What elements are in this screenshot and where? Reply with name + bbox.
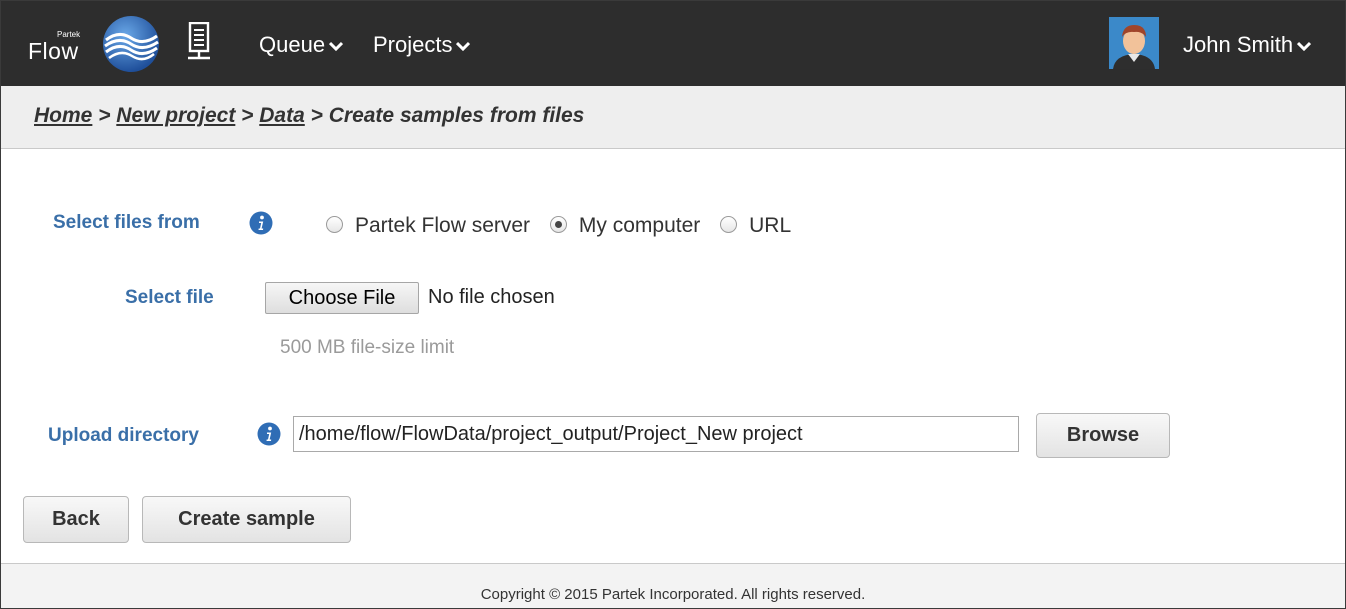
partek-flow-logo[interactable]: Partek Flow	[17, 11, 165, 75]
footer: Copyright © 2015 Partek Incorporated. Al…	[1, 563, 1345, 608]
breadcrumb-data-link[interactable]: Data	[259, 104, 305, 127]
breadcrumb-home-link[interactable]: Home	[34, 104, 92, 127]
chevron-down-icon	[456, 42, 471, 52]
logo-swirl-icon	[103, 16, 159, 72]
source-radio-group: Partek Flow server My computer URL	[326, 214, 805, 238]
radio-label[interactable]: Partek Flow server	[355, 214, 530, 237]
info-icon[interactable]	[249, 211, 273, 235]
chevron-down-icon	[329, 42, 344, 52]
create-sample-button[interactable]: Create sample	[142, 496, 351, 543]
select-file-label: Select file	[125, 287, 214, 308]
radio-partek-flow-server[interactable]	[326, 216, 343, 233]
app-window: Partek Flow Queue Projects John Smith Ho…	[0, 0, 1346, 609]
nav-queue[interactable]: Queue	[259, 32, 344, 58]
breadcrumb-separator: >	[92, 104, 117, 127]
user-name-label: John Smith	[1183, 32, 1294, 57]
user-menu[interactable]: John Smith	[1183, 32, 1312, 58]
user-avatar[interactable]	[1109, 17, 1159, 69]
upload-directory-input[interactable]	[293, 416, 1019, 452]
radio-my-computer[interactable]	[549, 216, 567, 233]
back-button[interactable]: Back	[23, 496, 129, 543]
breadcrumb: Home > New project > Data > Create sampl…	[34, 104, 584, 128]
browse-button[interactable]: Browse	[1036, 413, 1170, 458]
radio-label[interactable]: My computer	[579, 214, 700, 237]
select-files-label: Select files from	[53, 212, 200, 233]
upload-directory-label: Upload directory	[48, 425, 199, 446]
radio-label[interactable]: URL	[749, 214, 791, 237]
breadcrumb-separator: >	[304, 104, 329, 127]
breadcrumb-current: Create samples from files	[328, 104, 585, 127]
logo-text: Flow	[28, 38, 79, 64]
server-icon[interactable]	[187, 22, 213, 62]
breadcrumb-bar: Home > New project > Data > Create sampl…	[1, 86, 1345, 149]
radio-url[interactable]	[720, 216, 738, 233]
copyright-text: Copyright © 2015 Partek Incorporated. Al…	[480, 586, 866, 603]
nav-projects-label: Projects	[373, 32, 453, 57]
choose-file-button[interactable]: Choose File	[265, 282, 419, 314]
file-size-limit-hint: 500 MB file-size limit	[280, 337, 455, 358]
info-icon[interactable]	[257, 422, 281, 446]
file-status-text: No file chosen	[428, 286, 555, 308]
breadcrumb-separator: >	[235, 104, 260, 127]
breadcrumb-project-link[interactable]: New project	[116, 104, 235, 127]
chevron-down-icon	[1297, 42, 1312, 52]
nav-projects[interactable]: Projects	[373, 32, 471, 58]
top-navbar: Partek Flow Queue Projects John Smith	[1, 1, 1345, 86]
nav-queue-label: Queue	[259, 32, 326, 57]
